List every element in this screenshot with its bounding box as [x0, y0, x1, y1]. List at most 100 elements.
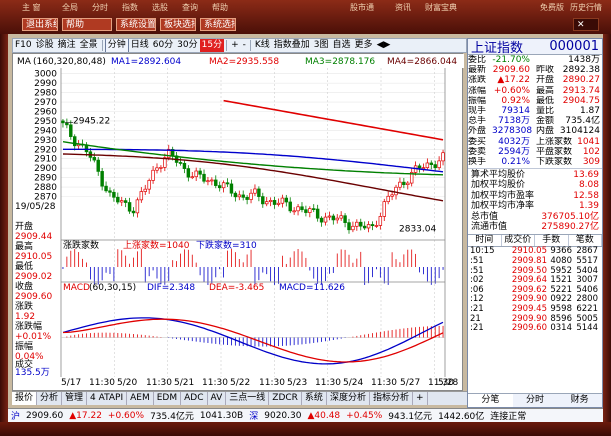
quote-label: 涨幅: [468, 85, 487, 96]
help-button[interactable]: 帮助: [62, 18, 112, 31]
candle-body: [308, 208, 312, 213]
high-annotation: 2945.22: [73, 117, 110, 127]
top-menu-3[interactable]: 分时: [92, 2, 108, 13]
f10-button[interactable]: F10: [13, 39, 34, 52]
bottom-tab[interactable]: AEM: [127, 392, 154, 405]
info-close-value: 2909.60: [15, 292, 53, 302]
candle-body: [335, 217, 339, 221]
bottom-tab[interactable]: AV: [208, 392, 227, 405]
zoom-out-button[interactable]: -: [241, 39, 248, 52]
bottom-tab[interactable]: 4 ATAPI: [87, 392, 128, 405]
watchlist-button[interactable]: 自选: [331, 39, 353, 52]
candle-body: [347, 222, 351, 231]
candle-body: [386, 195, 390, 203]
bottom-tab[interactable]: +: [413, 392, 428, 405]
col-volume[interactable]: 手数: [535, 235, 569, 247]
candle-body: [186, 168, 191, 178]
bottom-tab[interactable]: 分析: [37, 392, 63, 405]
tick-time: :21: [470, 323, 484, 334]
ind2-dea: DEA=-3.465: [209, 283, 264, 293]
bottom-tab[interactable]: 报价: [12, 392, 38, 405]
candle-body: [343, 215, 347, 223]
top-menu-9[interactable]: 资讯: [395, 2, 411, 13]
quote-value: 2892.38: [562, 65, 600, 76]
top-menu-5[interactable]: 选股: [152, 2, 168, 13]
macd-dif-line: [62, 317, 444, 365]
candle-body: [362, 225, 367, 229]
close-button[interactable]: ✕: [573, 18, 599, 31]
candle-body: [116, 196, 120, 203]
bottom-tab[interactable]: 深度分析: [327, 392, 370, 405]
overview-button[interactable]: 全景: [78, 39, 100, 52]
tab-finance[interactable]: 财务: [557, 394, 602, 407]
notes-button[interactable]: 摘注: [56, 39, 78, 52]
candle-body: [257, 188, 261, 197]
tab-intraday[interactable]: 分时: [513, 394, 558, 407]
quote-label: 最低: [536, 95, 555, 106]
quote-value: 2904.75: [562, 95, 600, 106]
system-settings-button[interactable]: 系统设置: [116, 18, 156, 31]
daily-button[interactable]: 日线: [129, 39, 151, 52]
quote-row: 换手 0.21% 下跌家数 309: [468, 157, 602, 167]
exit-system-button[interactable]: 退出系统: [22, 18, 58, 31]
kline-button[interactable]: K线: [253, 39, 272, 52]
col-time[interactable]: 时间: [468, 235, 502, 247]
bottom-tab[interactable]: ZDCR: [269, 392, 302, 405]
candle-body: [284, 197, 289, 203]
tab-ticks[interactable]: 分笔: [468, 394, 513, 407]
ind1-down: 下跌家数=310: [196, 239, 257, 251]
top-menu-6[interactable]: 查询: [182, 2, 198, 13]
toolbar-arrows-icon[interactable]: ◀▶: [375, 39, 393, 52]
candle-body: [112, 191, 116, 198]
quote-row: 外盘 3278308 内盘 3104124: [468, 126, 602, 136]
top-menu-8[interactable]: 股市通: [350, 2, 374, 13]
quote-rows: 委比 -21.70% 1438万 最新 2909.60 昨收 2892.38 涨跌 ▲17.22…: [468, 55, 602, 167]
15min-button[interactable]: 15分: [199, 39, 225, 52]
bottom-tab[interactable]: 三点一线: [226, 392, 270, 405]
stat-row: 算术平均股价 13.69: [468, 170, 602, 180]
index-name: 上证指数: [471, 41, 524, 56]
candle-body: [351, 225, 355, 231]
bottom-tab[interactable]: 管理: [62, 392, 88, 405]
30min-button[interactable]: 30分: [175, 39, 199, 52]
stat-row: 加权平均股价 8.08: [468, 180, 602, 190]
top-menu-4[interactable]: 指数: [122, 2, 138, 13]
top-menu-10[interactable]: 财富宝典: [425, 2, 457, 13]
60min-button[interactable]: 60分: [151, 39, 175, 52]
bottom-tab[interactable]: 系统: [302, 392, 327, 405]
index-overlay-button[interactable]: 指数叠加: [272, 39, 312, 52]
quote-value: 735.4亿: [565, 116, 600, 127]
zoom-in-button[interactable]: +: [229, 39, 241, 52]
bottom-tab[interactable]: ADC: [181, 392, 208, 405]
window-frame-right: [603, 0, 611, 436]
col-price[interactable]: 成交价: [502, 235, 535, 247]
quote-row: 委比 -21.70% 1438万: [468, 55, 602, 65]
tick-count: 5144: [576, 323, 598, 334]
kline-chart-svg[interactable]: MA (160,320,80,48) MA1=2892.604 MA2=2935.55…: [13, 54, 464, 392]
date-tick: 5/21: [174, 378, 195, 388]
bottom-frame: [0, 422, 611, 436]
diagnose-button[interactable]: 诊股: [34, 39, 56, 52]
col-count[interactable]: 笔数: [569, 235, 602, 247]
quote-label: 总手: [468, 116, 487, 127]
top-menu-12[interactable]: 历史行情: [570, 2, 602, 13]
system-select-button[interactable]: 系统选择: [200, 18, 236, 31]
top-menu-1[interactable]: 主 窗: [22, 2, 41, 13]
top-menu-7[interactable]: 帮助: [212, 2, 228, 13]
more-button[interactable]: 更多: [353, 39, 375, 52]
sector-select-button[interactable]: 板块选择: [160, 18, 196, 31]
candle-body: [92, 157, 97, 161]
status-bar: 沪 2909.60 ▲17.22 +0.60% 735.4亿元 1041.30B 深 9020…: [8, 408, 603, 422]
candle-body: [288, 201, 292, 212]
minute-button[interactable]: 分钟: [104, 39, 129, 52]
candle-body: [355, 221, 359, 227]
candle-body: [261, 196, 265, 205]
bottom-tab[interactable]: EDM: [154, 392, 182, 405]
bottom-tab[interactable]: 指标分析: [370, 392, 413, 405]
three-charts-button[interactable]: 3图: [312, 39, 331, 52]
info-close-label: 收盘: [15, 282, 34, 292]
quote-row: 委卖 2594万 平盘家数 102: [468, 147, 602, 157]
kline-chart-panel[interactable]: MA (160,320,80,48) MA1=2892.604 MA2=2935.55…: [12, 53, 464, 392]
candle-body: [72, 136, 77, 147]
top-menu-2[interactable]: 全局: [62, 2, 78, 13]
